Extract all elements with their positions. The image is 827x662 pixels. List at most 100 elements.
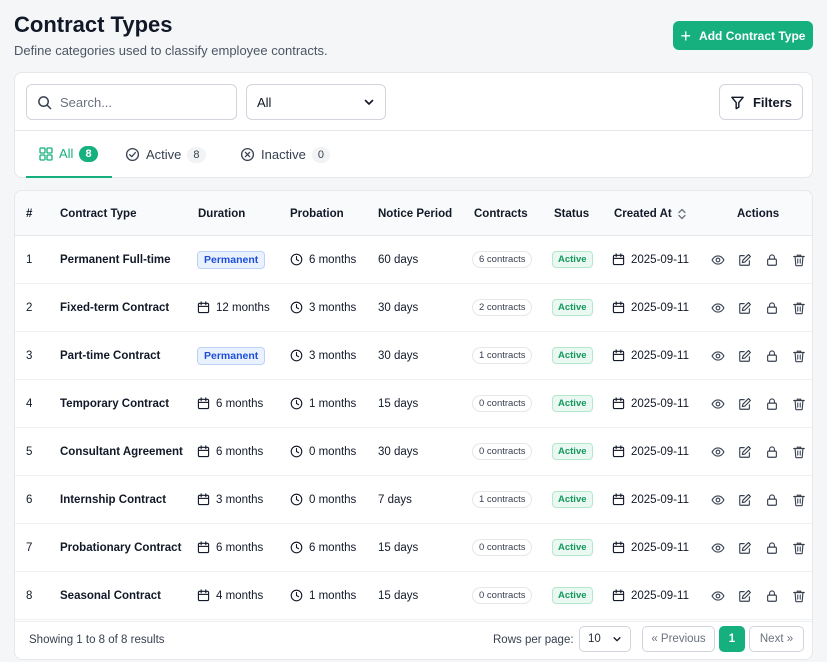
contract-type-name[interactable]: Consultant Agreement: [60, 428, 183, 475]
eye-icon[interactable]: [710, 348, 726, 364]
column-header-probation[interactable]: Probation: [290, 191, 344, 236]
calendar-icon: [612, 253, 625, 266]
column-header-contract-type[interactable]: Contract Type: [60, 191, 136, 236]
contracts-cell: 0 contracts: [472, 572, 533, 619]
column-header-contracts[interactable]: Contracts: [474, 191, 528, 236]
contracts-cell: 0 contracts: [472, 380, 533, 427]
column-header-notice-period[interactable]: Notice Period: [378, 191, 452, 236]
filters-button[interactable]: Filters: [719, 84, 803, 120]
probation-value: 1 months: [309, 589, 357, 602]
created-at-cell: 2025-09-11: [612, 572, 689, 619]
tab-inactive[interactable]: Inactive 0: [240, 131, 330, 178]
lock-icon[interactable]: [764, 300, 780, 316]
eye-icon[interactable]: [710, 492, 726, 508]
eye-icon[interactable]: [710, 588, 726, 604]
contracts-count-badge[interactable]: 0 contracts: [472, 587, 533, 604]
trash-icon[interactable]: [791, 492, 807, 508]
eye-icon[interactable]: [710, 396, 726, 412]
trash-icon[interactable]: [791, 588, 807, 604]
search-box[interactable]: [26, 84, 237, 120]
contracts-count-badge[interactable]: 0 contracts: [472, 539, 533, 556]
search-input[interactable]: [60, 94, 220, 110]
probation-value: 6 months: [309, 253, 357, 266]
status-cell: Active: [552, 284, 593, 331]
probation-value: 0 months: [309, 445, 357, 458]
edit-icon[interactable]: [737, 588, 753, 604]
created-at-value: 2025-09-11: [631, 445, 689, 458]
notice-period-value: 15 days: [378, 397, 419, 410]
trash-icon[interactable]: [791, 348, 807, 364]
contract-type-name[interactable]: Part-time Contract: [60, 332, 160, 379]
eye-icon[interactable]: [710, 540, 726, 556]
probation-cell: 1 months: [290, 380, 356, 427]
trash-icon[interactable]: [791, 252, 807, 268]
created-at-cell: 2025-09-11: [612, 332, 689, 379]
contract-type-name[interactable]: Probationary Contract: [60, 524, 181, 571]
contracts-count-badge[interactable]: 0 contracts: [472, 395, 533, 412]
lock-icon[interactable]: [764, 492, 780, 508]
lock-icon[interactable]: [764, 396, 780, 412]
edit-icon[interactable]: [737, 300, 753, 316]
lock-icon[interactable]: [764, 588, 780, 604]
edit-icon[interactable]: [737, 348, 753, 364]
row-actions: [710, 476, 807, 523]
edit-icon[interactable]: [737, 252, 753, 268]
status-badge: Active: [552, 395, 593, 412]
sort-icon[interactable]: [677, 208, 687, 220]
trash-icon[interactable]: [791, 396, 807, 412]
tab-all[interactable]: All 8: [26, 131, 112, 178]
duration-value: 12 months: [216, 301, 270, 314]
probation-cell: 3 months: [290, 284, 356, 331]
duration-cell: Permanent: [197, 332, 266, 379]
contracts-count-badge[interactable]: 1 contracts: [472, 491, 533, 508]
page-1-button[interactable]: 1: [719, 626, 745, 652]
previous-page-button[interactable]: « Previous: [642, 626, 715, 652]
contract-type-name[interactable]: Seasonal Contract: [60, 572, 161, 619]
page-title: Contract Types: [14, 12, 173, 37]
row-number: 3: [26, 349, 33, 362]
lock-icon[interactable]: [764, 540, 780, 556]
tab-active[interactable]: Active 8: [125, 131, 206, 178]
next-page-button[interactable]: Next »: [749, 626, 804, 652]
contracts-count-badge[interactable]: 0 contracts: [472, 443, 533, 460]
trash-icon[interactable]: [791, 444, 807, 460]
lock-icon[interactable]: [764, 444, 780, 460]
contract-type-name[interactable]: Permanent Full-time: [60, 236, 171, 283]
column-header-status[interactable]: Status: [554, 191, 589, 236]
contract-type-name[interactable]: Fixed-term Contract: [60, 284, 169, 331]
tab-all-label: All: [59, 146, 74, 161]
trash-icon[interactable]: [791, 540, 807, 556]
edit-icon[interactable]: [737, 492, 753, 508]
created-at-cell: 2025-09-11: [612, 380, 689, 427]
edit-icon[interactable]: [737, 444, 753, 460]
row-actions: [710, 428, 807, 475]
edit-icon[interactable]: [737, 540, 753, 556]
clock-icon: [290, 349, 303, 362]
x-circle-icon: [240, 147, 255, 162]
calendar-icon: [612, 445, 625, 458]
duration-badge: Permanent: [197, 346, 266, 365]
contract-type-name[interactable]: Internship Contract: [60, 476, 166, 523]
eye-icon[interactable]: [710, 300, 726, 316]
search-icon: [37, 95, 52, 110]
lock-icon[interactable]: [764, 348, 780, 364]
contracts-count-badge[interactable]: 2 contracts: [472, 299, 533, 316]
toolbar-card: All Filters All 8 Active 8 Inactive 0: [14, 72, 813, 178]
row-actions: [710, 572, 807, 619]
trash-icon[interactable]: [791, 300, 807, 316]
lock-icon[interactable]: [764, 252, 780, 268]
eye-icon[interactable]: [710, 252, 726, 268]
column-header-duration[interactable]: Duration: [198, 191, 245, 236]
created-at-value: 2025-09-11: [631, 253, 689, 266]
add-contract-type-button[interactable]: + Add Contract Type: [673, 21, 813, 50]
probation-cell: 0 months: [290, 428, 356, 475]
contracts-count-badge[interactable]: 1 contracts: [472, 347, 533, 364]
contracts-count-badge[interactable]: 6 contracts: [472, 251, 533, 268]
column-header-actions: Actions: [737, 207, 780, 220]
edit-icon[interactable]: [737, 396, 753, 412]
contract-type-name[interactable]: Temporary Contract: [60, 380, 169, 427]
rows-per-page-select[interactable]: 10: [579, 626, 631, 652]
eye-icon[interactable]: [710, 444, 726, 460]
status-select[interactable]: All: [246, 84, 386, 120]
column-header-created-at[interactable]: Created At: [614, 191, 687, 236]
